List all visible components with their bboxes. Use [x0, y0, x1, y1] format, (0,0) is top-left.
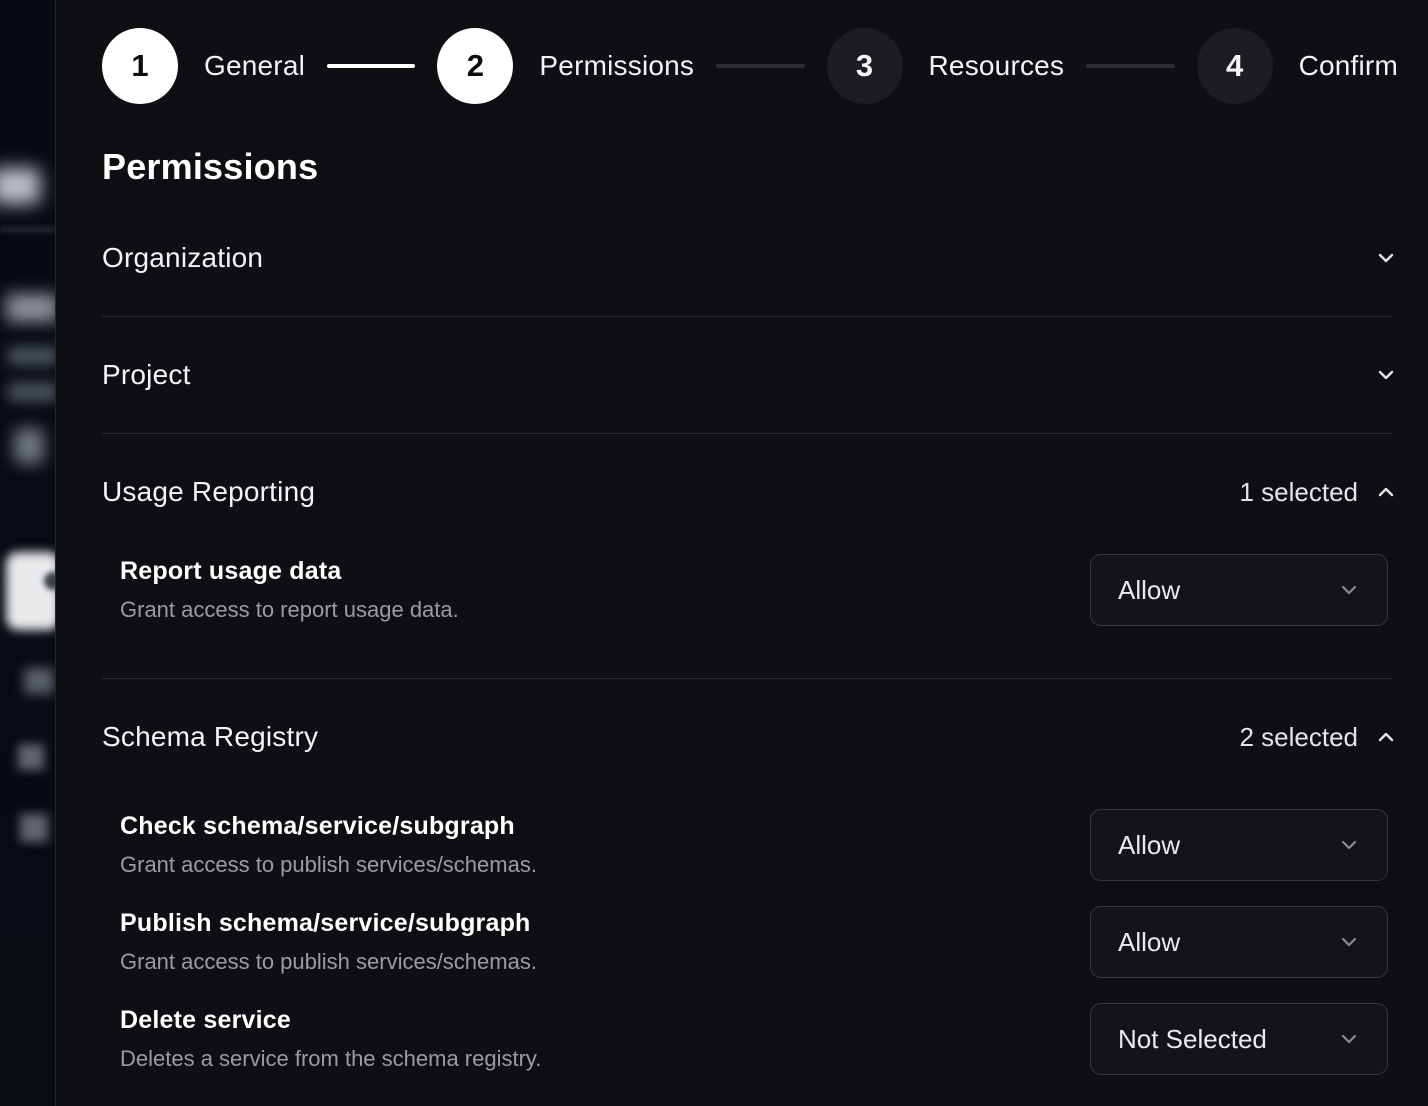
section-header-schema-registry[interactable]: Schema Registry 2 selected: [102, 679, 1398, 795]
backdrop-blurred-text: [20, 814, 48, 842]
chevron-down-icon: [1337, 578, 1361, 602]
permission-text: Report usage data Grant access to report…: [102, 557, 459, 623]
selected-count-badge: 1 selected: [1239, 477, 1358, 508]
section-title: Project: [102, 359, 191, 391]
stepper-connector: [327, 64, 415, 68]
select-value: Not Selected: [1118, 1024, 1267, 1055]
permission-title: Check schema/service/subgraph: [120, 812, 537, 841]
permission-title: Delete service: [120, 1006, 541, 1035]
chevron-down-icon: [1374, 363, 1398, 387]
step-resources[interactable]: 3 Resources: [827, 28, 1065, 104]
permission-text: Check schema/service/subgraph Grant acce…: [102, 812, 537, 878]
step-number-circle: 4: [1197, 28, 1273, 104]
chevron-down-icon: [1337, 833, 1361, 857]
section-usage-reporting: Usage Reporting 1 selected Report usage …: [102, 434, 1398, 678]
step-confirm[interactable]: 4 Confirm: [1197, 28, 1398, 104]
step-number-circle: 1: [102, 28, 178, 104]
stepper-connector: [1086, 64, 1174, 68]
backdrop-blurred-text: [24, 668, 54, 694]
permission-description: Grant access to publish services/schemas…: [120, 949, 537, 975]
backdrop-blurred-card: [6, 552, 56, 630]
section-header-usage-reporting[interactable]: Usage Reporting 1 selected: [102, 434, 1398, 550]
step-general[interactable]: 1 General: [102, 28, 305, 104]
permission-select-delete-service[interactable]: Not Selected: [1090, 1003, 1388, 1075]
section-header-right: 1 selected: [1239, 477, 1398, 508]
section-schema-registry: Schema Registry 2 selected Check schema/…: [102, 679, 1398, 1075]
permission-text: Publish schema/service/subgraph Grant ac…: [102, 909, 537, 975]
step-label: General: [204, 50, 305, 82]
chevron-down-icon: [1337, 1027, 1361, 1051]
step-label: Resources: [929, 50, 1065, 82]
select-value: Allow: [1118, 830, 1180, 861]
chevron-down-icon: [1374, 246, 1398, 270]
step-number-circle: 2: [437, 28, 513, 104]
permission-row-delete-service: Delete service Deletes a service from th…: [102, 1003, 1398, 1075]
selected-count-badge: 2 selected: [1239, 722, 1358, 753]
step-label: Confirm: [1299, 50, 1398, 82]
chevron-up-icon: [1374, 725, 1398, 749]
backdrop-blurred-text: [8, 383, 56, 401]
permission-select-check-schema[interactable]: Allow: [1090, 809, 1388, 881]
create-key-wizard-panel: 1 General 2 Permissions 3 Resources 4 Co…: [56, 0, 1428, 1106]
section-header-organization[interactable]: Organization: [102, 200, 1398, 316]
section-header-right: 2 selected: [1239, 722, 1398, 753]
step-label: Permissions: [539, 50, 694, 82]
permission-select-publish-schema[interactable]: Allow: [1090, 906, 1388, 978]
backdrop-blurred-dot: [44, 572, 56, 590]
permission-row-report-usage-data: Report usage data Grant access to report…: [102, 554, 1398, 626]
page-title: Permissions: [102, 146, 1398, 188]
backdrop-blurred-text: [8, 347, 56, 365]
permission-description: Grant access to publish services/schemas…: [120, 852, 537, 878]
section-title: Schema Registry: [102, 721, 318, 753]
select-value: Allow: [1118, 575, 1180, 606]
section-title: Organization: [102, 242, 263, 274]
permission-title: Report usage data: [120, 557, 459, 586]
backdrop-blurred-text: [18, 744, 44, 770]
backdrop-blurred-divider: [0, 228, 56, 231]
section-header-project[interactable]: Project: [102, 317, 1398, 433]
backdrop-blurred-text: [6, 294, 56, 322]
backdrop-blurred-badge: [0, 168, 40, 204]
permission-description: Deletes a service from the schema regist…: [120, 1046, 541, 1072]
app-root: 1 General 2 Permissions 3 Resources 4 Co…: [0, 0, 1428, 1106]
permission-row-publish-schema: Publish schema/service/subgraph Grant ac…: [102, 906, 1398, 978]
chevron-down-icon: [1337, 930, 1361, 954]
step-number-circle: 3: [827, 28, 903, 104]
background-page-strip: [0, 0, 56, 1106]
section-title: Usage Reporting: [102, 476, 315, 508]
wizard-stepper: 1 General 2 Permissions 3 Resources 4 Co…: [102, 28, 1398, 104]
stepper-connector: [716, 64, 804, 68]
chevron-up-icon: [1374, 480, 1398, 504]
permission-text: Delete service Deletes a service from th…: [102, 1006, 541, 1072]
permission-select-report-usage-data[interactable]: Allow: [1090, 554, 1388, 626]
backdrop-blurred-icon: [14, 428, 44, 464]
permission-description: Grant access to report usage data.: [120, 597, 459, 623]
step-permissions[interactable]: 2 Permissions: [437, 28, 694, 104]
permission-title: Publish schema/service/subgraph: [120, 909, 537, 938]
select-value: Allow: [1118, 927, 1180, 958]
permission-row-check-schema: Check schema/service/subgraph Grant acce…: [102, 809, 1398, 881]
